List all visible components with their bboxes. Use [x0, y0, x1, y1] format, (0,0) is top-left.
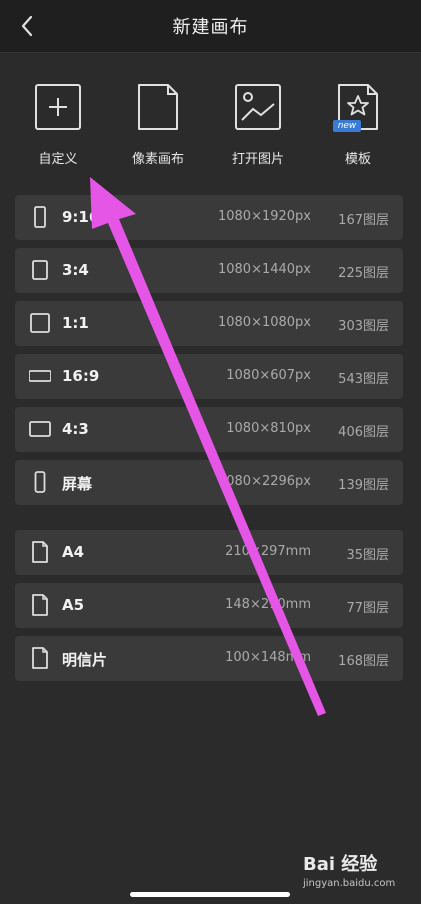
preset-row-4-3[interactable]: 4:3 1080×810px 406图层	[15, 407, 403, 452]
paper-row-a5[interactable]: A5 148×210mm 77图层	[15, 583, 403, 628]
preset-size: 1080×1440px	[217, 262, 311, 277]
paper-layers: 77图层	[346, 601, 389, 616]
preset-name: 9:16	[62, 208, 100, 226]
custom-canvas-button[interactable]: 自定义	[13, 80, 103, 167]
shortcut-label: 模板	[344, 152, 371, 167]
landscape-wide-icon	[29, 370, 51, 382]
watermark-url: jingyan.baidu.com	[303, 878, 396, 889]
document-icon	[32, 541, 48, 563]
preset-size: 1080×1920px	[217, 209, 311, 224]
paper-name: A5	[62, 596, 85, 614]
watermark-logo: Bai 经验	[303, 854, 378, 875]
blank-page-icon	[138, 84, 178, 130]
preset-layers: 303图层	[338, 319, 389, 334]
preset-size: 1080×2296px	[217, 474, 311, 489]
preset-size: 1080×1080px	[217, 315, 311, 330]
open-image-button[interactable]: 打开图片	[213, 80, 303, 167]
watermark: Bai 经验 jingyan.baidu.com	[303, 850, 413, 892]
shortcut-label: 自定义	[38, 152, 78, 167]
paper-layers: 35图层	[346, 548, 389, 563]
page-title: 新建画布	[172, 17, 249, 38]
preset-layers: 225图层	[338, 266, 389, 281]
plus-square-icon	[35, 84, 81, 130]
paper-list: A4 210×297mm 35图层 A5 148×210mm 77图层 明信片 …	[15, 530, 403, 689]
paper-row-postcard[interactable]: 明信片 100×148mm 168图层	[15, 636, 403, 681]
preset-size: 1080×810px	[226, 421, 311, 436]
preset-layers: 406图层	[338, 425, 389, 440]
square-icon	[30, 313, 50, 333]
shortcut-bar: 自定义 像素画布 打开图片 new 模板	[0, 80, 421, 180]
header-bar: 新建画布	[0, 0, 421, 53]
document-icon	[32, 647, 48, 669]
paper-layers: 168图层	[338, 654, 389, 669]
document-icon	[32, 594, 48, 616]
paper-row-a4[interactable]: A4 210×297mm 35图层	[15, 530, 403, 575]
paper-size: 100×148mm	[225, 650, 311, 665]
preset-name: 屏幕	[62, 475, 93, 493]
preset-layers: 139图层	[338, 478, 389, 493]
home-indicator[interactable]	[130, 892, 290, 897]
preset-row-9-16[interactable]: 9:16 1080×1920px 167图层	[15, 195, 403, 240]
paper-size: 148×210mm	[225, 597, 311, 612]
preset-name: 3:4	[62, 261, 89, 279]
portrait-tall-icon	[34, 206, 46, 228]
preset-name: 1:1	[62, 314, 89, 332]
preset-row-1-1[interactable]: 1:1 1080×1080px 303图层	[15, 301, 403, 346]
phone-screen-icon	[34, 471, 46, 493]
pixel-canvas-button[interactable]: 像素画布	[113, 80, 203, 167]
preset-name: 16:9	[62, 367, 100, 385]
preset-list: 9:16 1080×1920px 167图层 3:4 1080×1440px 2…	[15, 195, 403, 513]
portrait-icon	[32, 260, 48, 280]
paper-name: A4	[62, 543, 85, 561]
shortcut-label: 打开图片	[231, 152, 284, 167]
landscape-icon	[29, 421, 51, 437]
paper-name: 明信片	[62, 651, 108, 669]
preset-layers: 167图层	[338, 213, 389, 228]
preset-name: 4:3	[62, 420, 89, 438]
preset-layers: 543图层	[338, 372, 389, 387]
shortcut-label: 像素画布	[131, 152, 184, 167]
new-badge: new	[333, 120, 361, 132]
paper-size: 210×297mm	[225, 544, 311, 559]
image-icon	[235, 84, 281, 130]
preset-size: 1080×607px	[226, 368, 311, 383]
preset-row-16-9[interactable]: 16:9 1080×607px 543图层	[15, 354, 403, 399]
template-button[interactable]: new 模板	[313, 80, 403, 167]
preset-row-screen[interactable]: 屏幕 1080×2296px 139图层	[15, 460, 403, 505]
preset-row-3-4[interactable]: 3:4 1080×1440px 225图层	[15, 248, 403, 293]
